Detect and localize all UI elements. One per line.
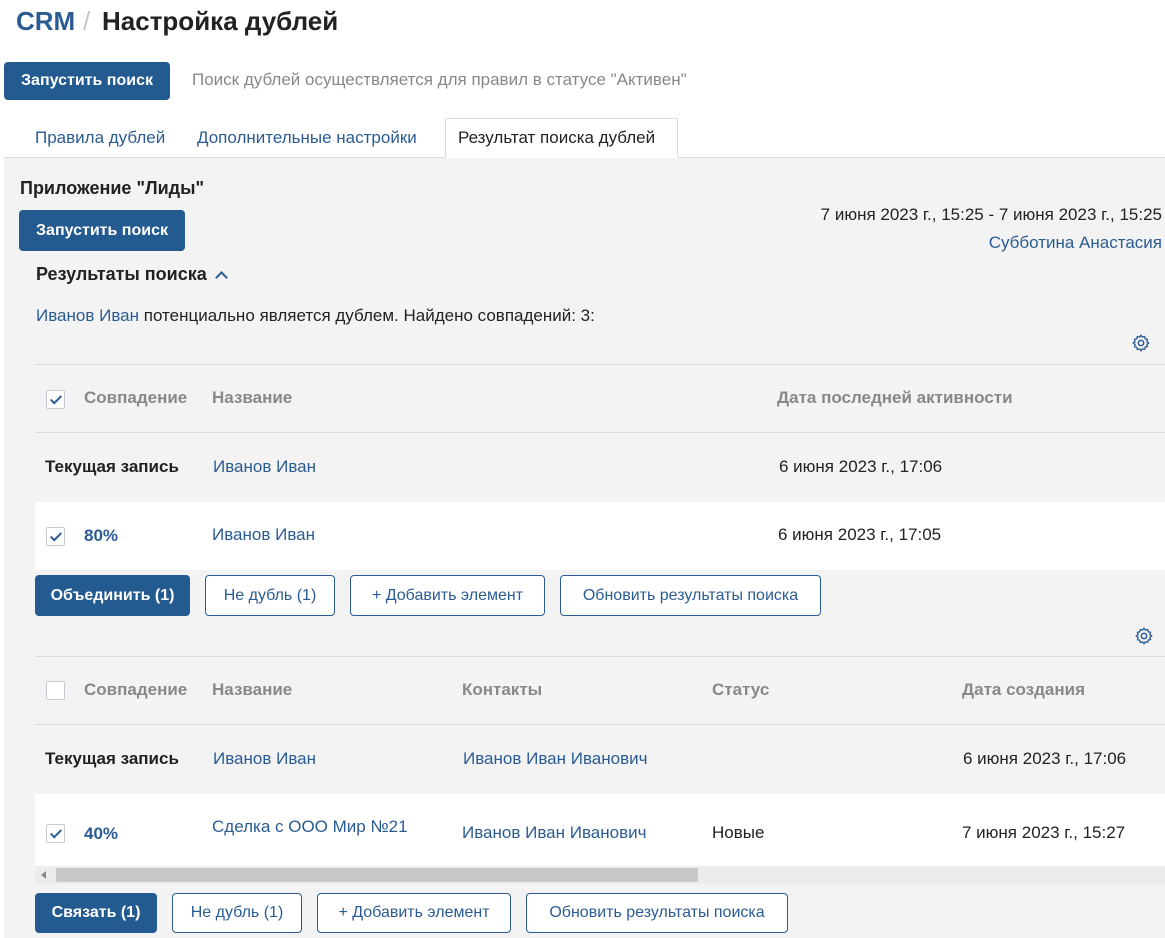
check-icon xyxy=(49,825,62,839)
refresh-results-button[interactable]: Обновить результаты поиска xyxy=(526,893,788,933)
page-title: Настройка дублей xyxy=(102,6,339,36)
row-checkbox[interactable] xyxy=(46,527,65,546)
current-record-name-link[interactable]: Иванов Иван xyxy=(213,749,316,769)
current-record-label: Текущая запись xyxy=(45,457,179,476)
search-period: 7 июня 2023 г., 15:25 - 7 июня 2023 г., … xyxy=(820,205,1162,224)
results-toggle[interactable]: Результаты поиска xyxy=(36,264,228,285)
scroll-left-arrow-icon[interactable] xyxy=(41,871,46,879)
merge-button[interactable]: Объединить (1) xyxy=(35,575,190,616)
add-element-button[interactable]: + Добавить элемент xyxy=(350,575,545,616)
header-created[interactable]: Дата создания xyxy=(962,680,1085,700)
current-record-contact-link[interactable]: Иванов Иван Иванович xyxy=(463,749,647,769)
app-run-search-button[interactable]: Запустить поиск xyxy=(19,210,185,251)
app-section-title: Приложение "Лиды" xyxy=(20,178,204,198)
chevron-up-icon xyxy=(214,271,228,284)
row-date: 6 июня 2023 г., 17:05 xyxy=(778,525,942,544)
breadcrumb-crm-link[interactable]: CRM xyxy=(16,6,75,37)
header-status[interactable]: Статус xyxy=(712,680,769,700)
run-search-button[interactable]: Запустить поиск xyxy=(4,62,170,100)
table-header: Совпадение Название Контакты Статус Дата… xyxy=(35,656,1165,725)
row-created: 7 июня 2023 г., 15:27 xyxy=(962,823,1126,842)
results-summary: Иванов Иван потенциально является дублем… xyxy=(36,306,595,326)
current-record-date: 6 июня 2023 г., 17:06 xyxy=(779,457,943,476)
search-hint: Поиск дублей осуществляется для правил в… xyxy=(192,70,687,89)
check-icon xyxy=(49,528,62,542)
not-duplicate-button[interactable]: Не дубль (1) xyxy=(205,575,335,616)
current-record-created: 6 июня 2023 г., 17:06 xyxy=(963,749,1127,768)
current-record-name-link[interactable]: Иванов Иван xyxy=(213,457,316,477)
table-row-current: Текущая запись Иванов Иван 6 июня 2023 г… xyxy=(35,433,1165,502)
refresh-results-button[interactable]: Обновить результаты поиска xyxy=(560,575,821,616)
summary-record-link[interactable]: Иванов Иван xyxy=(36,306,139,325)
table-row: 80% Иванов Иван 6 июня 2023 г., 17:05 xyxy=(35,502,1165,570)
match-percent: 80% xyxy=(84,526,119,545)
tab-duplicate-rules[interactable]: Правила дублей xyxy=(35,118,165,158)
match-percent: 40% xyxy=(84,824,119,843)
row-contact-link[interactable]: Иванов Иван Иванович xyxy=(462,823,646,843)
header-match[interactable]: Совпадение xyxy=(84,680,187,700)
current-record-label: Текущая запись xyxy=(45,749,179,768)
tab-additional-settings[interactable]: Дополнительные настройки xyxy=(197,118,417,158)
row-status: Новые xyxy=(712,823,765,842)
table-row-current: Текущая запись Иванов Иван Иванов Иван И… xyxy=(35,725,1165,794)
header-last-activity[interactable]: Дата последней активности xyxy=(777,388,1013,408)
summary-text: потенциально является дублем. Найдено со… xyxy=(139,306,595,325)
scrollbar-thumb[interactable] xyxy=(56,868,698,882)
select-all-checkbox[interactable] xyxy=(46,681,65,700)
not-duplicate-button[interactable]: Не дубль (1) xyxy=(172,893,302,933)
row-checkbox[interactable] xyxy=(46,824,65,843)
select-all-checkbox[interactable] xyxy=(46,390,65,409)
settings-gear-icon[interactable] xyxy=(1134,626,1154,646)
add-element-button[interactable]: + Добавить элемент xyxy=(317,893,511,933)
header-contacts[interactable]: Контакты xyxy=(462,680,542,700)
tab-search-results[interactable]: Результат поиска дублей xyxy=(445,118,678,158)
header-name[interactable]: Название xyxy=(212,680,292,700)
settings-gear-icon[interactable] xyxy=(1131,333,1151,353)
table-header: Совпадение Название Дата последней актив… xyxy=(35,364,1165,433)
header-match[interactable]: Совпадение xyxy=(84,388,187,408)
breadcrumb-separator: / xyxy=(83,6,91,36)
row-name-link[interactable]: Иванов Иван xyxy=(212,525,315,545)
results-title: Результаты поиска xyxy=(36,264,207,284)
check-icon xyxy=(49,391,62,405)
table-row: 40% Сделка с ООО Мир №21 Иванов Иван Ива… xyxy=(35,794,1165,866)
row-name-link[interactable]: Сделка с ООО Мир №21 xyxy=(212,817,408,837)
link-button[interactable]: Связать (1) xyxy=(35,893,157,933)
search-author-link[interactable]: Субботина Анастасия xyxy=(989,233,1162,253)
header-name[interactable]: Название xyxy=(212,388,292,408)
